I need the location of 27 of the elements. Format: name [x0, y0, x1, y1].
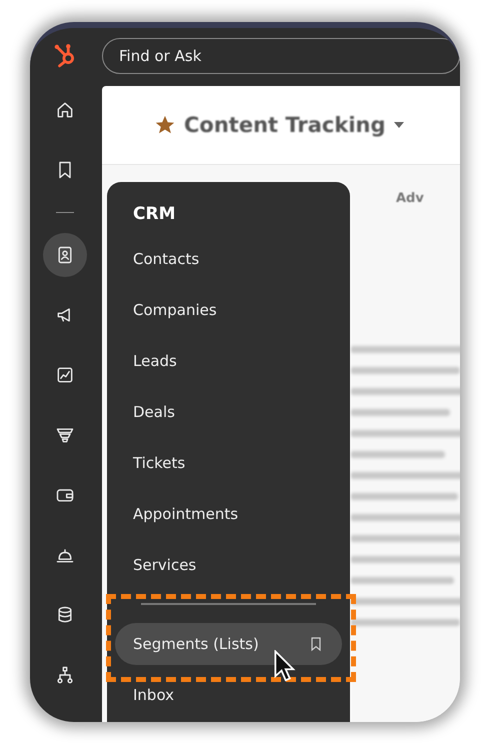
menu-item[interactable]: Companies — [115, 289, 342, 331]
page-title: Content Tracking — [184, 113, 386, 137]
menu-item[interactable]: Contacts — [115, 238, 342, 280]
star-icon — [154, 114, 176, 136]
menu-item-label: Contacts — [133, 250, 200, 268]
report-icon — [55, 365, 75, 385]
menu-item[interactable]: Services — [115, 544, 342, 586]
menu-item[interactable]: Segments (Lists) — [115, 623, 342, 665]
menu-item[interactable]: Deals — [115, 391, 342, 433]
menu-item-label: Services — [133, 556, 196, 574]
search-field[interactable]: Find or Ask — [102, 38, 460, 74]
menu-item[interactable]: Appointments — [115, 493, 342, 535]
menu-item-label: Inbox — [133, 686, 174, 704]
contacts-nav-button[interactable] — [43, 233, 87, 277]
caret-icon — [394, 122, 404, 128]
menu-item-label: Appointments — [133, 505, 238, 523]
home-icon — [55, 100, 75, 120]
menu-item-label: Tickets — [133, 454, 186, 472]
cursor-icon — [274, 650, 296, 683]
network-icon — [55, 665, 75, 685]
menu-item[interactable]: Leads — [115, 340, 342, 382]
menu-title: CRM — [132, 203, 176, 226]
menu-item-label: Leads — [133, 352, 177, 370]
menu-item[interactable]: Tickets — [115, 442, 342, 484]
menu-item-label: Companies — [133, 301, 217, 319]
menu-item-label: Deals — [133, 403, 175, 421]
menu-item-label: Segments (Lists) — [133, 635, 259, 653]
